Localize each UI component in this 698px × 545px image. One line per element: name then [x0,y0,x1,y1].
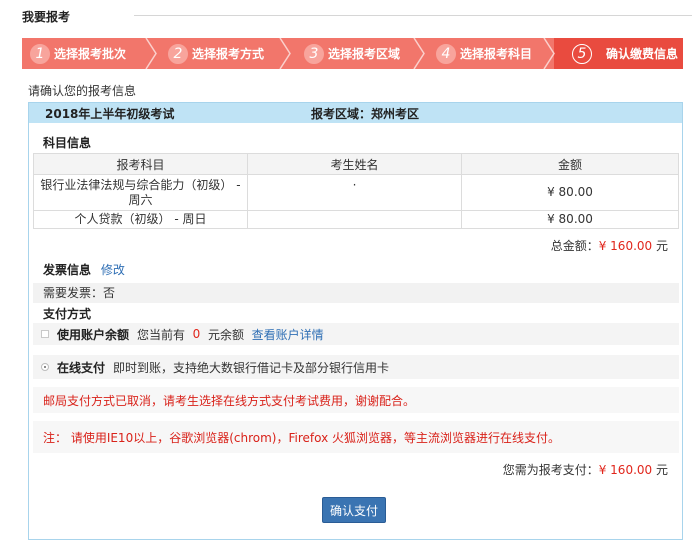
total-amount: 总金额：¥ 160.00 元 [551,237,668,254]
step-arrow-icon [413,38,425,69]
invoice-need-status: 需要发票：否 [33,283,679,303]
browser-notice: 注： 请使用IE10以上，谷歌浏览器(chrom)，Firefox 火狐浏览器，… [33,421,679,453]
step-label-5: 确认缴费信息 [606,47,679,61]
subjects-title: 科目信息 [43,136,92,150]
invoice-edit-link[interactable]: 修改 [101,263,125,277]
payable-value: ¥ 160.00 [598,463,653,477]
table-row: 银行业法律法规与综合能力（初级） - 周六 · ¥ 80.00 [33,174,679,211]
step-label-1: 选择报考批次 [54,47,127,61]
progress-steps: 1 选择报考批次 2 选择报考方式 3 选择报考区域 4 选择报考科目 5 确认… [22,38,683,69]
confirm-panel: 2018年上半年初级考试 报考区域：郑州考区 科目信息 报考科目 考生姓名 金额… [28,102,683,540]
step-4: 4 选择报考科目 [424,38,555,69]
balance-checkbox[interactable] [41,330,49,338]
online-payment-option[interactable]: 在线支付 即时到账，支持绝大数银行借记卡及部分银行信用卡 [33,355,679,379]
table-header-row: 报考科目 考生姓名 金额 [33,153,679,175]
step-number-1: 1 [30,43,50,64]
subject-cell: 银行业法律法规与综合能力（初级） - 周六 [33,174,248,211]
step-number-4: 4 [436,43,456,64]
balance-option[interactable]: 使用账户余额 您当前有 0 元余额 查看账户详情 [33,323,679,345]
total-value: ¥ 160.00 [598,239,653,253]
confirm-intro: 请确认您的报考信息 [28,84,137,98]
step-arrow-icon [543,38,555,69]
step-5: 5 确认缴费信息 [554,38,683,69]
column-header-subject: 报考科目 [33,153,248,175]
step-number-5: 5 [572,43,592,64]
amount-cell: ¥ 80.00 [461,210,679,229]
account-details-link[interactable]: 查看账户详情 [252,326,324,343]
online-payment-label: 在线支付 [57,360,106,375]
balance-unit: 元余额 [207,327,244,342]
step-number-3: 3 [304,43,324,64]
name-cell: · [247,174,462,211]
page-title: 我要报考 [22,10,71,24]
payable-label: 您需为报考支付： [502,463,599,477]
payable-unit: 元 [655,463,668,477]
step-1: 1 选择报考批次 [22,38,157,69]
total-unit: 元 [655,239,668,253]
subject-cell: 个人贷款（初级） - 周日 [33,210,248,229]
confirm-pay-button[interactable]: 确认支付 [322,497,386,523]
online-payment-radio[interactable] [41,363,49,371]
total-label: 总金额： [550,239,599,253]
step-2: 2 选择报考方式 [156,38,291,69]
step-arrow-icon [279,38,291,69]
balance-amount: 0 [192,327,201,341]
exam-name: 2018年上半年初级考试 [45,106,175,121]
invoice-title: 发票信息 [43,263,92,277]
step-number-2: 2 [168,43,188,64]
online-payment-desc: 即时到账，支持绝大数银行借记卡及部分银行信用卡 [113,360,390,375]
balance-label: 使用账户余额 [57,327,130,342]
postal-notice: 邮局支付方式已取消，请考生选择在线方式支付考试费用，谢谢配合。 [33,387,679,413]
balance-text: 您当前有 [137,327,186,342]
step-label-4: 选择报考科目 [460,47,533,61]
page-header: 我要报考 [22,8,692,26]
exam-info-bar: 2018年上半年初级考试 报考区域：郑州考区 [29,103,682,123]
invoice-section: 发票信息 修改 [43,261,125,278]
step-label-2: 选择报考方式 [192,47,265,61]
column-header-name: 考生姓名 [247,153,462,175]
column-header-amount: 金额 [461,153,679,175]
subjects-table: 报考科目 考生姓名 金额 银行业法律法规与综合能力（初级） - 周六 · ¥ 8… [33,153,679,229]
step-3: 3 选择报考区域 [290,38,425,69]
header-divider [134,15,692,16]
payment-title: 支付方式 [43,307,92,321]
step-label-3: 选择报考区域 [328,47,401,61]
amount-cell: ¥ 80.00 [461,174,679,211]
name-cell [247,210,462,229]
table-row: 个人贷款（初级） - 周日 ¥ 80.00 [33,210,679,229]
step-arrow-icon [145,38,157,69]
payable-total: 您需为报考支付：¥ 160.00 元 [503,461,668,478]
exam-region: 报考区域：郑州考区 [311,106,420,121]
